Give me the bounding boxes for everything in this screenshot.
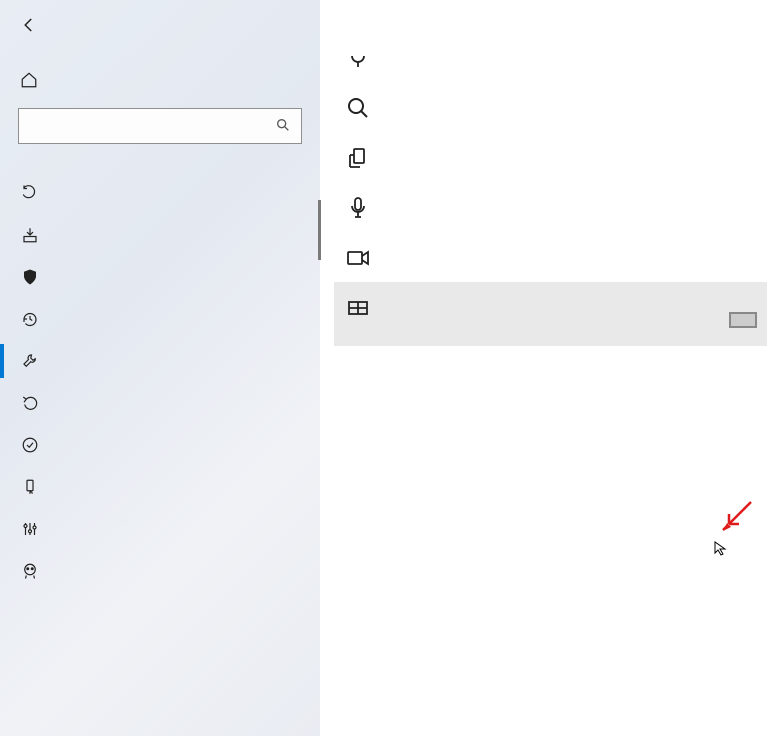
location-icon	[20, 478, 40, 496]
run-troubleshooter-button[interactable]	[729, 312, 757, 328]
insider-icon	[20, 562, 40, 580]
search-large-icon	[344, 94, 372, 120]
sidebar-item-windows-update[interactable]	[0, 172, 320, 214]
annotation-arrow-icon	[721, 498, 755, 532]
cursor-icon	[713, 540, 729, 559]
sidebar	[0, 0, 320, 736]
microphone-icon	[344, 44, 372, 70]
troubleshoot-item-speech[interactable]	[334, 182, 767, 232]
sidebar-item-windows-security[interactable]	[0, 256, 320, 298]
search-input-wrap[interactable]	[18, 108, 302, 144]
main-panel	[320, 0, 781, 736]
sidebar-item-backup[interactable]	[0, 298, 320, 340]
sidebar-home[interactable]	[18, 65, 302, 108]
sidebar-item-recovery[interactable]	[0, 382, 320, 424]
troubleshoot-item-shared-folders[interactable]	[334, 132, 767, 182]
mic-speech-icon	[344, 194, 372, 220]
back-icon[interactable]	[20, 16, 38, 37]
troubleshoot-item-video-playback[interactable]	[334, 232, 767, 282]
shared-folder-icon	[344, 144, 372, 170]
download-icon	[20, 226, 40, 244]
recovery-icon	[20, 394, 40, 412]
tools-icon	[20, 352, 40, 370]
troubleshoot-item-windows-store-apps[interactable]	[334, 282, 767, 346]
shield-icon	[20, 268, 40, 286]
scrollbar-thumb[interactable]	[318, 200, 321, 260]
video-icon	[344, 244, 372, 270]
troubleshooter-list	[344, 44, 757, 346]
store-apps-icon	[344, 294, 372, 328]
troubleshoot-item-search-indexing[interactable]	[334, 82, 767, 132]
history-icon	[20, 310, 40, 328]
sidebar-topbar	[18, 12, 302, 65]
check-circle-icon	[20, 436, 40, 454]
sidebar-nav	[0, 172, 320, 592]
home-icon	[20, 71, 38, 92]
sidebar-item-activation[interactable]	[0, 424, 320, 466]
sidebar-item-delivery-optimization[interactable]	[0, 214, 320, 256]
sidebar-item-find-my-device[interactable]	[0, 466, 320, 508]
page-title	[344, 0, 757, 50]
sliders-icon	[20, 520, 40, 538]
sidebar-item-troubleshoot[interactable]	[0, 340, 320, 382]
search-icon	[275, 117, 291, 136]
refresh-icon	[20, 184, 40, 202]
sidebar-item-for-developers[interactable]	[0, 508, 320, 550]
troubleshoot-item-recording-audio[interactable]	[334, 44, 767, 82]
sidebar-item-windows-insider[interactable]	[0, 550, 320, 592]
search-input[interactable]	[29, 117, 275, 136]
